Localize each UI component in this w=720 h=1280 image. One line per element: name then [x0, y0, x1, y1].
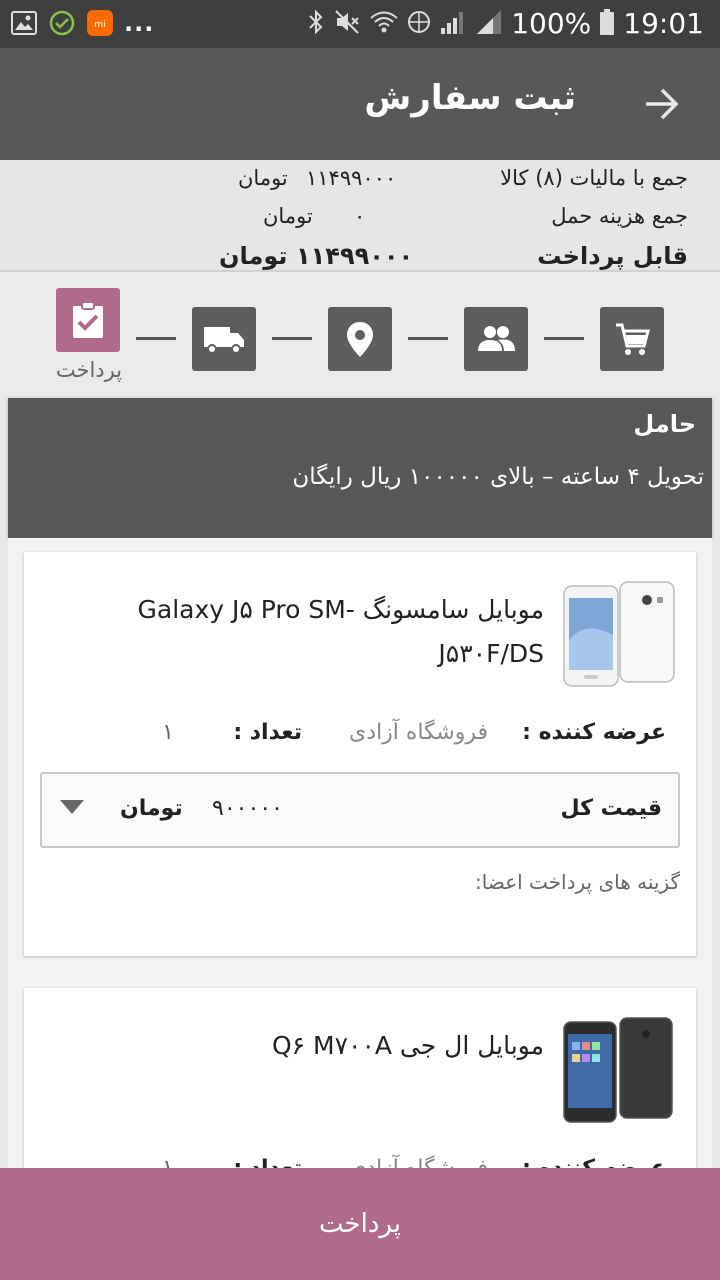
seller-value: فروشگاه آزادی: [349, 1156, 488, 1168]
step-cart[interactable]: [600, 307, 664, 371]
battery-icon: [599, 8, 615, 40]
wifi-icon: [369, 8, 399, 40]
arrow-right-icon[interactable]: [642, 84, 682, 124]
product-list[interactable]: موبایل سامسونگ Galaxy J۵ Pro SM-J۵۳۰F/DS…: [8, 538, 712, 1168]
step-connector: [136, 337, 176, 340]
people-icon: [478, 326, 515, 351]
status-bar: mi ... 100% 19:01: [0, 0, 720, 48]
step-connector: [408, 337, 448, 340]
tax-value: ۱۱۴۹۹۰۰۰: [306, 166, 397, 190]
product-name: موبایل سامسونگ Galaxy J۵ Pro SM-J۵۳۰F/DS: [137, 595, 545, 668]
clock: 19:01: [623, 7, 704, 40]
product-image: [563, 1017, 673, 1123]
quantity-value: ۱: [162, 720, 174, 745]
seller-label: عرضه کننده :: [522, 1156, 666, 1168]
quantity-label: تعداد :: [233, 720, 302, 745]
location-icon: [347, 322, 373, 357]
chevron-down-icon[interactable]: [60, 800, 84, 814]
step-payment[interactable]: [56, 288, 120, 352]
summary-row-tax: جمع با مالیات (۸) کالا ۱۱۴۹۹۰۰۰ تومان: [0, 166, 720, 202]
price-label: قیمت کل: [560, 796, 662, 821]
product-card: موبایل سامسونگ Galaxy J۵ Pro SM-J۵۳۰F/DS…: [24, 552, 696, 956]
step-payment-label: پرداخت: [55, 358, 123, 382]
summary-row-shipping: جمع هزینه حمل ۰ تومان: [0, 204, 720, 240]
system-icons: 100% 19:01: [307, 8, 704, 40]
mute-icon: [333, 8, 361, 40]
seller-value: فروشگاه آزادی: [349, 720, 488, 745]
pay-button[interactable]: پرداخت: [0, 1168, 720, 1280]
bluetooth-icon: [307, 8, 325, 40]
signal-icon-2: [475, 8, 503, 40]
app-bar: ثبت سفارش: [0, 48, 720, 160]
page-title: ثبت سفارش: [364, 78, 576, 118]
checkout-stepper: پرداخت: [0, 272, 720, 398]
check-circle-icon: [48, 9, 76, 37]
shipping-unit: تومان: [263, 204, 313, 228]
step-connector: [544, 337, 584, 340]
shipping-description: تحویل ۴ ساعته – بالای ۱۰۰۰۰۰ ریال رایگان: [292, 464, 704, 490]
seller-label: عرضه کننده :: [522, 720, 666, 745]
payment-options-label: گزینه های پرداخت اعضا:: [475, 870, 680, 894]
notification-icons: mi ...: [10, 9, 154, 37]
step-connector: [272, 337, 312, 340]
data-icon: [407, 8, 431, 40]
tax-unit: تومان: [238, 166, 288, 190]
price-value: ۹۰۰۰۰۰: [212, 796, 283, 821]
product-card: موبایل ال جی Q۶ M۷۰۰A عرضه کننده : فروشگ…: [24, 988, 696, 1168]
shipping-method-card[interactable]: حامل تحویل ۴ ساعته – بالای ۱۰۰۰۰۰ ریال ر…: [8, 398, 712, 538]
seller-row: عرضه کننده : فروشگاه آزادی تعداد : ۱: [24, 1156, 696, 1168]
total-price-dropdown[interactable]: قیمت کل ۹۰۰۰۰۰ تومان: [40, 772, 680, 848]
clipboard-check-icon: [73, 301, 103, 338]
step-people[interactable]: [464, 307, 528, 371]
truck-icon: [204, 327, 244, 354]
cart-icon: [616, 323, 650, 355]
seller-row: عرضه کننده : فروشگاه آزادی تعداد : ۱: [24, 720, 696, 750]
order-summary: جمع با مالیات (۸) کالا ۱۱۴۹۹۰۰۰ تومان جم…: [0, 160, 720, 272]
total-label: قابل پرداخت: [537, 242, 688, 270]
gallery-icon: [10, 9, 38, 37]
total-value: ۱۱۴۹۹۰۰۰: [296, 242, 414, 270]
total-unit: تومان: [219, 242, 288, 270]
shipping-label: جمع هزینه حمل: [551, 204, 688, 228]
product-name: موبایل ال جی Q۶ M۷۰۰A: [271, 1031, 544, 1060]
more-notifications: ...: [124, 9, 155, 37]
shipping-title: حامل: [633, 410, 696, 438]
quantity-value: ۱: [162, 1156, 174, 1168]
svg-text:mi: mi: [94, 20, 105, 30]
step-shipping[interactable]: [192, 307, 256, 371]
signal-icon: [439, 8, 467, 40]
mi-icon: mi: [86, 9, 114, 37]
shipping-value: ۰: [354, 204, 366, 228]
step-location[interactable]: [328, 307, 392, 371]
product-image: [563, 581, 675, 687]
quantity-label: تعداد :: [233, 1156, 302, 1168]
tax-label: جمع با مالیات (۸) کالا: [500, 166, 688, 190]
battery-percent: 100%: [511, 7, 592, 40]
price-unit: تومان: [120, 796, 183, 821]
